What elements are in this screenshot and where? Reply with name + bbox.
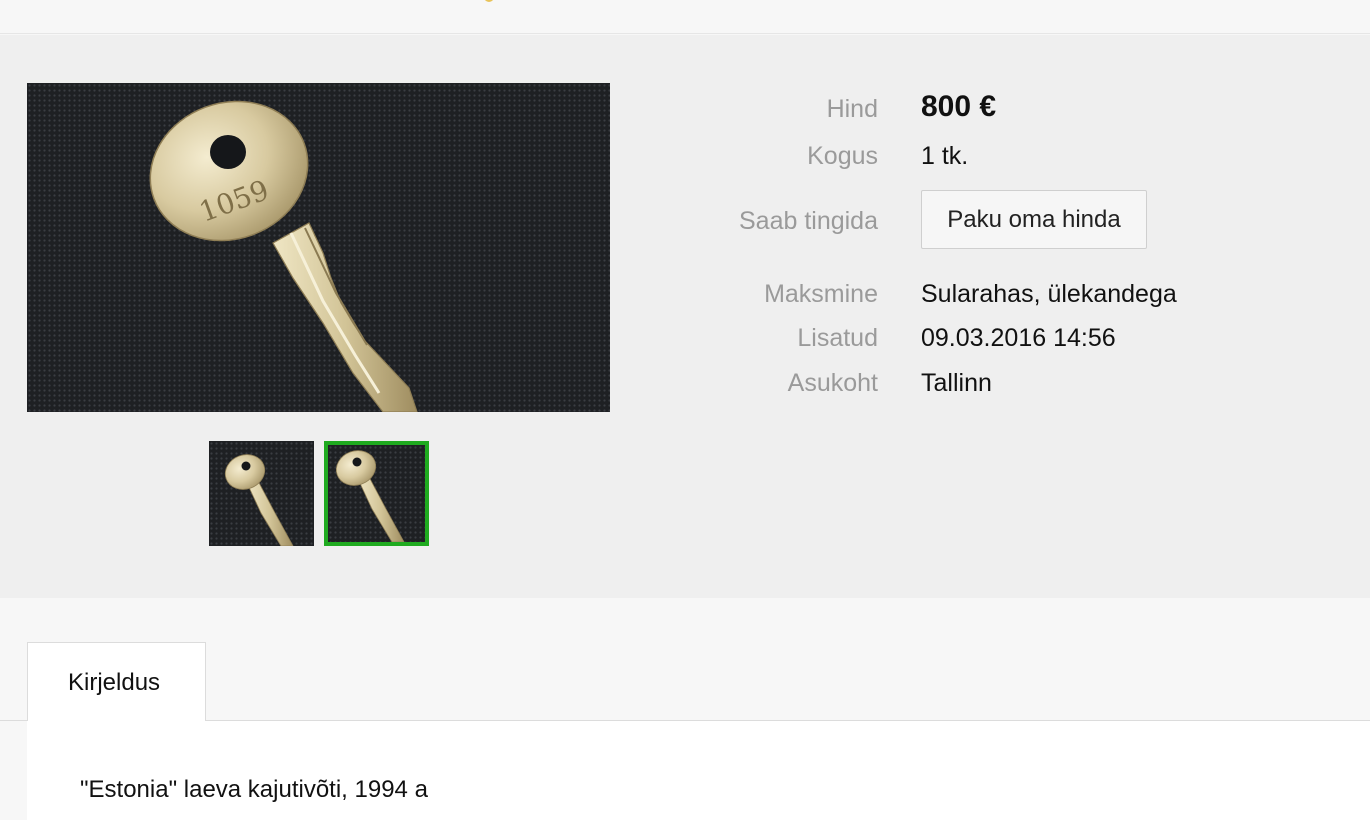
top-strip	[0, 0, 1370, 34]
payment-label: Maksmine	[764, 280, 878, 308]
added-row: Lisatud 09.03.2016 14:56	[700, 322, 1340, 362]
location-row: Asukoht Tallinn	[700, 367, 1340, 407]
quantity-label: Kogus	[807, 142, 878, 170]
make-offer-button[interactable]: Paku oma hinda	[921, 190, 1147, 249]
main-product-image[interactable]: 1059	[27, 83, 610, 412]
location-label: Asukoht	[787, 369, 878, 397]
tabs-bar: Kirjeldus	[0, 640, 1370, 722]
key-thumbnail	[328, 445, 425, 542]
added-value: 09.03.2016 14:56	[921, 324, 1116, 352]
tab-description[interactable]: Kirjeldus	[27, 642, 206, 722]
payment-value: Sularahas, ülekandega	[921, 280, 1177, 308]
thumbnail-1[interactable]	[209, 441, 314, 546]
location-value: Tallinn	[921, 369, 992, 397]
price-value: 800 €	[921, 90, 997, 123]
key-photo: 1059	[27, 83, 610, 412]
added-label: Lisatud	[797, 324, 878, 352]
description-text: "Estonia" laeva kajutivõti, 1994 a	[80, 776, 428, 803]
quantity-row: Kogus 1 tk.	[700, 140, 1340, 180]
negotiable-label: Saab tingida	[738, 207, 878, 235]
thumbnail-2-selected[interactable]	[324, 441, 429, 546]
price-row: Hind 800 €	[700, 88, 1340, 128]
payment-row: Maksmine Sularahas, ülekandega	[700, 278, 1340, 318]
header-decoration	[484, 0, 494, 2]
price-label: Hind	[826, 95, 878, 123]
key-thumbnail	[209, 441, 314, 546]
quantity-value: 1 tk.	[921, 142, 969, 170]
description-panel: "Estonia" laeva kajutivõti, 1994 a	[27, 721, 1370, 820]
